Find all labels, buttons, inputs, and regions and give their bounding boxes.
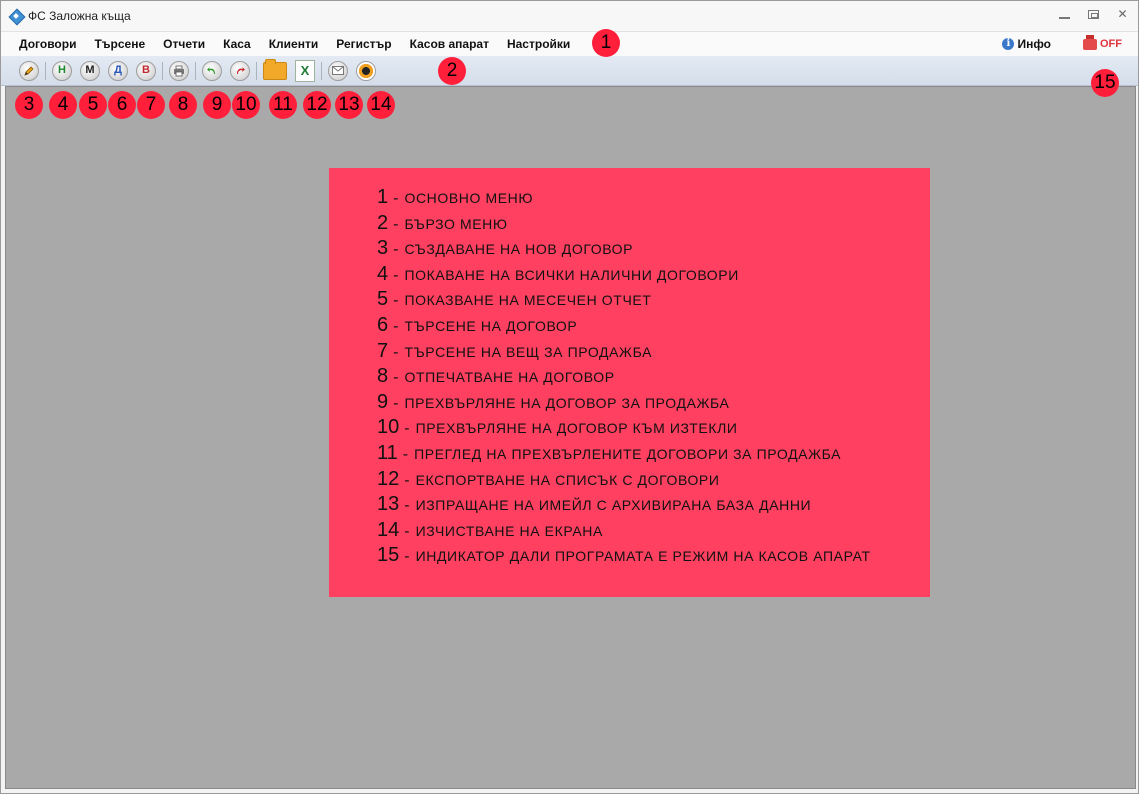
- marker-5: 5: [79, 91, 107, 119]
- excel-export-icon: X: [295, 59, 315, 82]
- marker-7: 7: [137, 91, 165, 119]
- legend-item: 15- ИНДИКАТОР ДАЛИ ПРОГРАМАТА Е РЕЖИМ НА …: [377, 544, 871, 567]
- main-menu: Договори Търсене Отчети Каса Клиенти Рег…: [1, 31, 1138, 57]
- legend-item: 3- СЪЗДАВАНЕ НА НОВ ДОГОВОР: [377, 237, 634, 260]
- marker-12: 12: [303, 91, 331, 119]
- marker-15: 15: [1091, 69, 1119, 97]
- maximize-icon[interactable]: [1088, 10, 1099, 19]
- print-contract-button[interactable]: [168, 60, 190, 82]
- view-transferred-button[interactable]: [262, 58, 288, 82]
- legend-item: 14- ИЗЧИСТВАНЕ НА ЕКРАНА: [377, 518, 603, 541]
- menu-contracts[interactable]: Договори: [10, 37, 85, 51]
- window-title: ФС Заложна къща: [28, 9, 131, 23]
- cash-register-mode-indicator[interactable]: OFF: [1083, 34, 1122, 50]
- legend-item: 10- ПРЕХВЪРЛЯНЕ НА ДОГОВОР КЪМ ИЗТЕКЛИ: [377, 416, 738, 439]
- menu-search[interactable]: Търсене: [85, 37, 154, 51]
- legend-box: 1- ОСНОВНО МЕНЮ 2- БЪРЗО МЕНЮ 3- СЪЗДАВАНЕ …: [329, 168, 930, 597]
- menu-cash-register[interactable]: Касов апарат: [401, 37, 498, 51]
- all-contracts-button[interactable]: Н: [51, 60, 73, 82]
- transfer-expired-button[interactable]: [229, 60, 251, 82]
- marker-8: 8: [169, 91, 197, 119]
- menu-clients[interactable]: Клиенти: [260, 37, 328, 51]
- app-logo-icon: [8, 8, 26, 26]
- export-contracts-button[interactable]: X: [294, 59, 316, 82]
- toolbar-separator: [321, 61, 322, 80]
- letter-m-icon: М: [80, 60, 100, 81]
- eye-icon: [356, 60, 376, 81]
- menu-settings[interactable]: Настройки: [498, 37, 579, 51]
- info-icon: i: [1002, 38, 1015, 50]
- email-backup-button[interactable]: [327, 60, 349, 82]
- arrow-green-icon: [202, 60, 222, 81]
- toolbar-separator: [256, 61, 257, 80]
- legend-item: 2- БЪРЗО МЕНЮ: [377, 211, 508, 234]
- quick-toolbar: Н М Д В X: [1, 56, 1138, 86]
- marker-3: 3: [15, 91, 43, 119]
- menu-reports[interactable]: Отчети: [154, 37, 214, 51]
- legend-item: 7- ТЪРСЕНЕ НА ВЕЩ ЗА ПРОДАЖБА: [377, 339, 653, 362]
- clear-screen-button[interactable]: [355, 60, 377, 82]
- marker-13: 13: [335, 91, 363, 119]
- menu-cash[interactable]: Каса: [214, 37, 260, 51]
- monthly-report-button[interactable]: М: [79, 60, 101, 82]
- app-window: ФС Заложна къща ✕ Договори Търсене Отчет…: [0, 0, 1139, 794]
- legend-item: 11- ПРЕГЛЕД НА ПРЕХВЪРЛЕНИТЕ ДОГОВОРИ ЗА …: [377, 441, 842, 464]
- info-button[interactable]: i Инфо: [1002, 37, 1051, 51]
- search-contract-icon: Д: [108, 60, 128, 81]
- transfer-for-sale-button[interactable]: [201, 60, 223, 82]
- close-icon[interactable]: ✕: [1117, 8, 1128, 20]
- marker-6: 6: [108, 91, 136, 119]
- off-label: OFF: [1100, 38, 1122, 50]
- legend-item: 4- ПОКАВАНЕ НА ВСИЧКИ НАЛИЧНИ ДОГОВОРИ: [377, 262, 739, 285]
- legend-item: 1- ОСНОВНО МЕНЮ: [377, 186, 534, 208]
- info-label: Инфо: [1017, 37, 1051, 51]
- legend-item: 6- ТЪРСЕНЕ НА ДОГОВОР: [377, 313, 578, 336]
- marker-10: 10: [232, 91, 260, 119]
- marker-11: 11: [269, 91, 297, 119]
- minimize-icon[interactable]: [1059, 9, 1070, 20]
- menu-register[interactable]: Регистър: [327, 37, 400, 51]
- folder-icon: [263, 58, 287, 80]
- marker-1: 1: [592, 29, 620, 57]
- search-contract-button[interactable]: Д: [107, 60, 129, 82]
- legend-item: 9- ПРЕХВЪРЛЯНЕ НА ДОГОВОР ЗА ПРОДАЖБА: [377, 390, 730, 413]
- new-contract-button[interactable]: [18, 60, 40, 82]
- toolbar-separator: [45, 61, 46, 80]
- printer-icon: [169, 60, 189, 81]
- letter-n-icon: Н: [52, 60, 72, 81]
- legend-item: 8- ОТПЕЧАТВАНЕ НА ДОГОВОР: [377, 365, 615, 388]
- toolbar-separator: [162, 61, 163, 80]
- mail-icon: [328, 60, 348, 81]
- marker-2: 2: [438, 57, 466, 85]
- search-item-icon: В: [136, 60, 156, 81]
- legend-item: 12- ЕКСПОРТВАНЕ НА СПИСЪК С ДОГОВОРИ: [377, 467, 720, 490]
- legend-item: 5- ПОКАЗВАНЕ НА МЕСЕЧЕН ОТЧЕТ: [377, 288, 652, 311]
- window-controls: ✕: [1059, 8, 1128, 20]
- legend-list: 1- ОСНОВНО МЕНЮ 2- БЪРЗО МЕНЮ 3- СЪЗДАВАНЕ …: [377, 186, 871, 570]
- pencil-icon: [19, 60, 39, 81]
- search-item-button[interactable]: В: [135, 60, 157, 82]
- cash-register-icon: [1083, 34, 1097, 50]
- title-bar: ФС Заложна къща ✕: [1, 1, 1138, 31]
- toolbar-separator: [195, 61, 196, 80]
- marker-4: 4: [49, 91, 77, 119]
- arrow-red-icon: [230, 60, 250, 81]
- marker-14: 14: [367, 91, 395, 119]
- legend-item: 13- ИЗПРАЩАНЕ НА ИМЕЙЛ С АРХИВИРАНА БАЗА …: [377, 493, 812, 516]
- marker-9: 9: [203, 91, 231, 119]
